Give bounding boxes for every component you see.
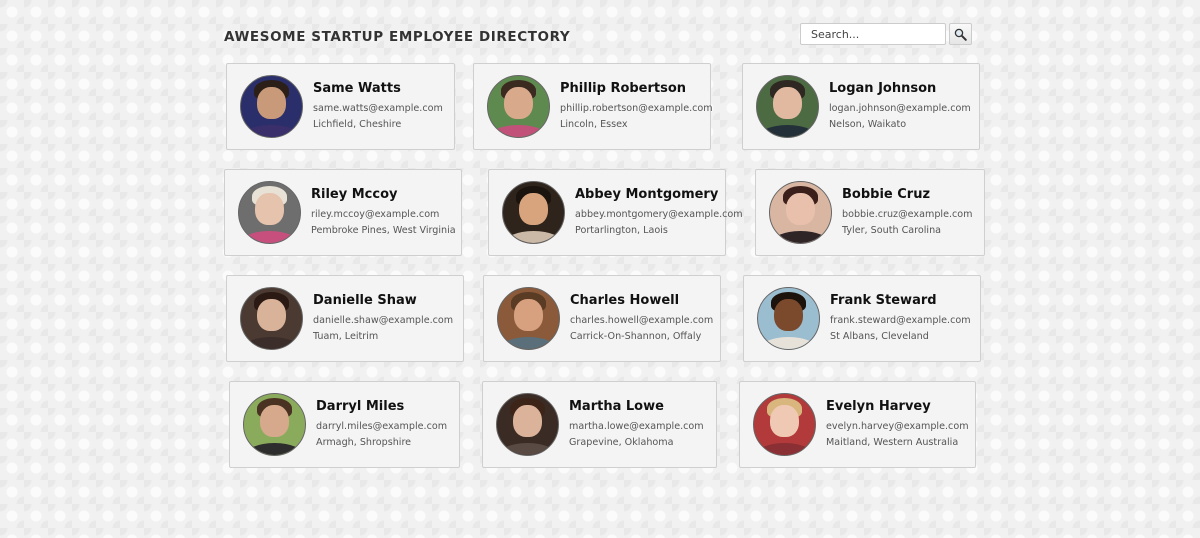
employee-name: Logan Johnson	[829, 80, 937, 96]
avatar	[756, 75, 819, 138]
employee-email: darryl.miles@example.com	[316, 420, 448, 432]
employee-card[interactable]: Riley Mccoy riley.mccoy@example.com Pemb…	[224, 169, 462, 256]
employee-name: Frank Steward	[830, 292, 937, 308]
employee-name: Abbey Montgomery	[575, 186, 719, 202]
employee-location: Lichfield, Cheshire	[313, 118, 402, 130]
employee-info: Abbey Montgomery abbey.montgomery@exampl…	[575, 187, 743, 239]
employee-info: Darryl Miles darryl.miles@example.com Ar…	[316, 399, 447, 451]
employee-name: Evelyn Harvey	[826, 398, 931, 414]
employee-email: charles.howell@example.com	[570, 314, 714, 326]
employee-email: bobbie.cruz@example.com	[842, 208, 973, 220]
employee-email: evelyn.harvey@example.com	[826, 420, 969, 432]
avatar	[757, 287, 820, 350]
employee-location: Lincoln, Essex	[560, 118, 628, 130]
employee-location: St Albans, Cleveland	[830, 330, 929, 342]
employee-info: Same Watts same.watts@example.com Lichfi…	[313, 81, 443, 133]
employee-card[interactable]: Frank Steward frank.steward@example.com …	[743, 275, 981, 362]
employee-name: Charles Howell	[570, 292, 680, 308]
search-button[interactable]	[949, 23, 972, 45]
avatar	[753, 393, 816, 456]
employee-location: Armagh, Shropshire	[316, 436, 412, 448]
employee-location: Carrick-On-Shannon, Offaly	[570, 330, 702, 342]
page-title: AWESOME STARTUP EMPLOYEE DIRECTORY	[224, 29, 571, 45]
employee-name: Riley Mccoy	[311, 186, 398, 202]
avatar	[769, 181, 832, 244]
employee-info: Phillip Robertson phillip.robertson@exam…	[560, 81, 713, 133]
employee-card[interactable]: Evelyn Harvey evelyn.harvey@example.com …	[739, 381, 976, 468]
employee-location: Grapevine, Oklahoma	[569, 436, 674, 448]
employee-card[interactable]: Same Watts same.watts@example.com Lichfi…	[226, 63, 455, 150]
employee-name: Darryl Miles	[316, 398, 405, 414]
employee-card[interactable]: Abbey Montgomery abbey.montgomery@exampl…	[488, 169, 743, 256]
avatar	[502, 181, 565, 244]
employee-email: same.watts@example.com	[313, 102, 443, 114]
employee-card[interactable]: Bobbie Cruz bobbie.cruz@example.com Tyle…	[755, 169, 985, 256]
employee-location: Pembroke Pines, West Virginia	[311, 224, 456, 236]
employee-email: danielle.shaw@example.com	[313, 314, 454, 326]
employee-email: phillip.robertson@example.com	[560, 102, 713, 114]
employee-info: Riley Mccoy riley.mccoy@example.com Pemb…	[311, 187, 456, 239]
employee-email: frank.steward@example.com	[830, 314, 971, 326]
avatar	[497, 287, 560, 350]
employee-email: martha.lowe@example.com	[569, 420, 704, 432]
employee-name: Martha Lowe	[569, 398, 664, 414]
employee-email: abbey.montgomery@example.com	[575, 208, 743, 220]
search-bar	[800, 23, 972, 45]
employee-card[interactable]: Logan Johnson logan.johnson@example.com …	[742, 63, 980, 150]
avatar	[243, 393, 306, 456]
avatar	[240, 287, 303, 350]
employee-location: Maitland, Western Australia	[826, 436, 959, 448]
employee-card[interactable]: Danielle Shaw danielle.shaw@example.com …	[226, 275, 464, 362]
employee-info: Charles Howell charles.howell@example.co…	[570, 293, 713, 345]
employee-name: Phillip Robertson	[560, 80, 687, 96]
employee-info: Martha Lowe martha.lowe@example.com Grap…	[569, 399, 704, 451]
employee-location: Tuam, Leitrim	[313, 330, 379, 342]
employee-info: Evelyn Harvey evelyn.harvey@example.com …	[826, 399, 969, 451]
avatar	[496, 393, 559, 456]
magnifying-glass-icon	[954, 28, 967, 41]
employee-location: Portarlington, Laois	[575, 224, 668, 236]
employee-info: Bobbie Cruz bobbie.cruz@example.com Tyle…	[842, 187, 973, 239]
employee-email: riley.mccoy@example.com	[311, 208, 440, 220]
employee-email: logan.johnson@example.com	[829, 102, 971, 114]
employee-name: Danielle Shaw	[313, 292, 417, 308]
employee-card[interactable]: Phillip Robertson phillip.robertson@exam…	[473, 63, 713, 150]
employee-card[interactable]: Charles Howell charles.howell@example.co…	[483, 275, 721, 362]
employee-info: Frank Steward frank.steward@example.com …	[830, 293, 971, 345]
employee-name: Bobbie Cruz	[842, 186, 931, 202]
search-input[interactable]	[800, 23, 946, 45]
avatar	[240, 75, 303, 138]
employee-info: Logan Johnson logan.johnson@example.com …	[829, 81, 971, 133]
employee-card[interactable]: Darryl Miles darryl.miles@example.com Ar…	[229, 381, 460, 468]
employee-card[interactable]: Martha Lowe martha.lowe@example.com Grap…	[482, 381, 717, 468]
avatar	[487, 75, 550, 138]
employee-name: Same Watts	[313, 80, 401, 96]
employee-location: Tyler, South Carolina	[842, 224, 942, 236]
avatar	[238, 181, 301, 244]
employee-location: Nelson, Waikato	[829, 118, 907, 130]
employee-info: Danielle Shaw danielle.shaw@example.com …	[313, 293, 453, 345]
